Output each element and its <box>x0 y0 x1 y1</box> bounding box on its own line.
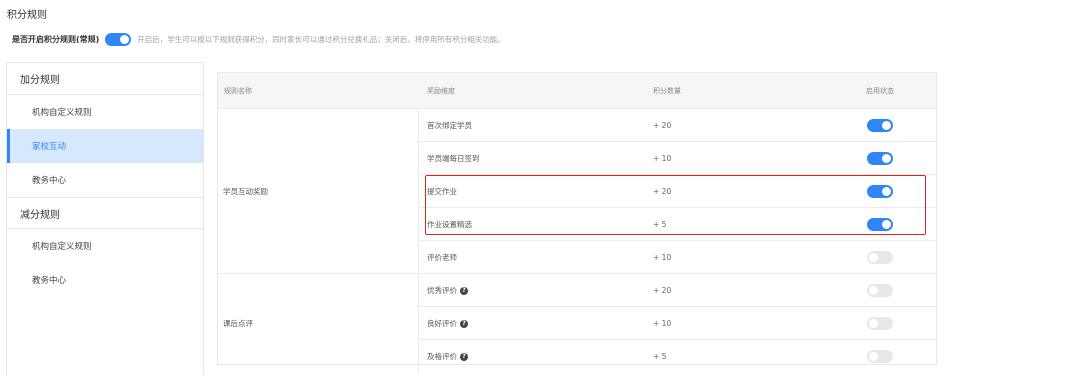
enable-points-toggle[interactable] <box>105 32 132 46</box>
table-row: 首次绑定学员 + 20 <box>419 109 936 142</box>
toggle-knob <box>869 319 878 328</box>
status-cell <box>867 317 893 332</box>
table-row: 评价老师 + 10 <box>419 241 936 274</box>
status-cell <box>867 218 893 233</box>
rules-table: 规则名称 奖励维度 积分数量 启用状态 学员互动奖励 首次绑定学员 + 20 学员端每… <box>217 72 937 373</box>
table-row: 作业设置精选 + 5 <box>419 208 936 241</box>
enable-points-hint: 开启后，学生可以按以下规则获得积分，同时家长可以通过积分兑换礼品；关闭后，将停用… <box>137 34 505 44</box>
status-cell <box>867 251 893 266</box>
header-reward-dimension: 奖励维度 <box>427 87 455 95</box>
status-cell <box>867 350 893 365</box>
rule-status-toggle[interactable] <box>867 152 893 165</box>
points-value: + 5 <box>653 352 667 361</box>
reward-label: 学员端每日签到 <box>427 154 480 163</box>
reward-label: 提交作业 <box>427 187 457 196</box>
question-circle-icon[interactable]: ? <box>460 287 468 295</box>
rule-status-toggle[interactable] <box>867 218 893 231</box>
status-cell <box>867 119 893 134</box>
toggle-knob <box>882 187 891 196</box>
sidebar-group-add: 加分规则 <box>7 63 203 95</box>
rule-group-name: 课后点评 <box>218 274 419 373</box>
reward-dimension: 评价老师 <box>427 241 457 274</box>
rule-status-toggle[interactable] <box>867 317 893 330</box>
table-header: 规则名称 奖励维度 积分数量 启用状态 <box>218 73 936 109</box>
points-value: + 20 <box>653 286 672 295</box>
header-status: 启用状态 <box>866 87 894 95</box>
table-row: 学员端每日签到 + 10 <box>419 142 936 175</box>
sidebar-item-deduct-academic[interactable]: 教务中心 <box>7 263 203 297</box>
sidebar-item-add-home-school[interactable]: 家校互动 <box>7 129 203 163</box>
status-cell <box>867 185 893 200</box>
enable-points-label: 是否开启积分规则(常规) <box>12 34 100 44</box>
question-circle-icon[interactable]: ? <box>460 320 468 328</box>
reward-dimension: 优秀评价? <box>427 274 468 307</box>
sidebar-group-deduct: 减分规则 <box>7 197 203 229</box>
reward-label: 评价老师 <box>427 253 457 262</box>
status-cell <box>867 152 893 167</box>
reward-label: 及格评价 <box>427 352 457 361</box>
points-value: + 10 <box>653 154 672 163</box>
points-value: + 20 <box>653 187 672 196</box>
reward-dimension: 提交作业 <box>427 175 457 208</box>
table-row: 提交作业 + 20 <box>419 175 936 208</box>
toggle-knob <box>869 253 878 262</box>
toggle-knob <box>120 34 130 44</box>
rule-status-toggle[interactable] <box>867 251 893 264</box>
points-value: + 10 <box>653 253 672 262</box>
rule-status-toggle[interactable] <box>867 284 893 297</box>
sidebar-item-deduct-custom[interactable]: 机构自定义规则 <box>7 229 203 263</box>
rule-group-name: 学员互动奖励 <box>218 109 419 274</box>
toggle-knob <box>882 220 891 229</box>
table-row: 优秀评价? + 20 <box>419 274 936 307</box>
header-points: 积分数量 <box>653 87 681 95</box>
question-circle-icon[interactable]: ? <box>460 353 468 361</box>
reward-dimension: 首次绑定学员 <box>427 109 472 142</box>
points-value: + 5 <box>653 220 667 229</box>
reward-dimension: 学员端每日签到 <box>427 142 480 175</box>
toggle-knob <box>882 121 891 130</box>
page-title: 积分规则 <box>7 10 47 21</box>
reward-label: 良好评价 <box>427 319 457 328</box>
sidebar-item-add-academic[interactable]: 教务中心 <box>7 163 203 197</box>
enable-points-row: 是否开启积分规则(常规) 开启后，学生可以按以下规则获得积分，同时家长可以通过积… <box>12 32 505 46</box>
reward-dimension: 良好评价? <box>427 307 468 340</box>
rule-category-sidebar: 加分规则 机构自定义规则 家校互动 教务中心 减分规则 机构自定义规则 教务中心 <box>6 62 204 375</box>
reward-label: 优秀评价 <box>427 286 457 295</box>
rule-status-toggle[interactable] <box>867 350 893 363</box>
header-rule-name: 规则名称 <box>224 87 252 95</box>
reward-label: 作业设置精选 <box>427 220 472 229</box>
toggle-knob <box>869 286 878 295</box>
points-value: + 20 <box>653 121 672 130</box>
rule-status-toggle[interactable] <box>867 119 893 132</box>
status-cell <box>867 284 893 299</box>
rule-status-toggle[interactable] <box>867 185 893 198</box>
toggle-knob <box>869 352 878 361</box>
reward-dimension: 及格评价? <box>427 340 468 373</box>
toggle-knob <box>882 154 891 163</box>
table-row: 及格评价? + 5 <box>419 340 936 373</box>
sidebar-item-add-custom[interactable]: 机构自定义规则 <box>7 95 203 129</box>
points-value: + 10 <box>653 319 672 328</box>
reward-dimension: 作业设置精选 <box>427 208 472 241</box>
table-row: 良好评价? + 10 <box>419 307 936 340</box>
reward-label: 首次绑定学员 <box>427 121 472 130</box>
